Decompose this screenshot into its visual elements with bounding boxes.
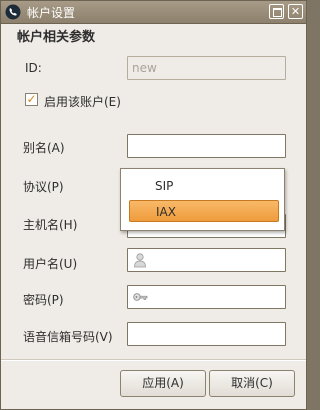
id-field: new bbox=[127, 56, 286, 80]
phone-app-icon bbox=[5, 4, 21, 20]
title-bar[interactable]: 帐户设置 ✕ bbox=[1, 1, 306, 24]
id-label: ID: bbox=[25, 61, 42, 75]
voicemail-field[interactable] bbox=[127, 322, 286, 346]
alias-label: 别名(A) bbox=[23, 141, 65, 155]
voicemail-label: 语音信箱号码(V) bbox=[23, 330, 113, 344]
button-separator bbox=[1, 359, 306, 361]
password-field[interactable] bbox=[127, 285, 286, 309]
alias-field[interactable] bbox=[127, 134, 286, 158]
key-icon bbox=[133, 293, 148, 301]
section-title: 帐户相关参数 bbox=[17, 30, 96, 45]
close-icon[interactable]: ✕ bbox=[288, 4, 303, 19]
enable-account-label[interactable]: 启用该账户(E) bbox=[44, 93, 121, 110]
password-label: 密码(P) bbox=[23, 293, 64, 307]
protocol-label: 协议(P) bbox=[23, 180, 64, 194]
cancel-button[interactable]: 取消(C) bbox=[209, 370, 295, 397]
protocol-option-sip[interactable]: SIP bbox=[129, 175, 279, 197]
apply-button[interactable]: 应用(A) bbox=[120, 370, 206, 397]
host-label: 主机名(H) bbox=[23, 218, 78, 232]
username-label: 用户名(U) bbox=[23, 257, 78, 271]
protocol-dropdown[interactable]: SIP IAX bbox=[120, 168, 285, 231]
username-field[interactable] bbox=[127, 248, 286, 272]
enable-account-checkbox[interactable]: ✓ bbox=[25, 93, 38, 106]
protocol-option-iax[interactable]: IAX bbox=[129, 200, 279, 222]
window-title: 帐户设置 bbox=[27, 6, 76, 20]
account-settings-dialog: 帐户设置 ✕ 帐户相关参数 ID: new ✓ 启用该账户(E) 别名(A) 协… bbox=[0, 0, 307, 410]
maximize-icon[interactable] bbox=[269, 4, 284, 19]
user-icon bbox=[134, 253, 146, 268]
